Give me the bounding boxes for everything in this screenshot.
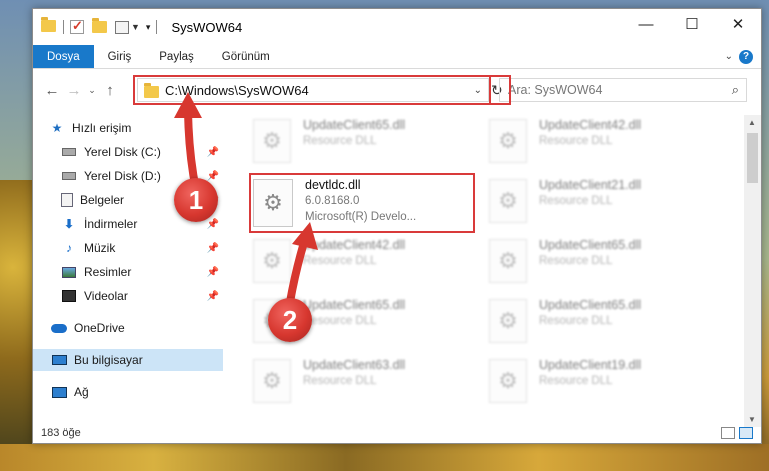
callout-arrow-1 bbox=[174, 92, 318, 306]
callout-badge-1: 1 bbox=[174, 178, 218, 222]
callout-badge-2: 2 bbox=[268, 298, 312, 342]
